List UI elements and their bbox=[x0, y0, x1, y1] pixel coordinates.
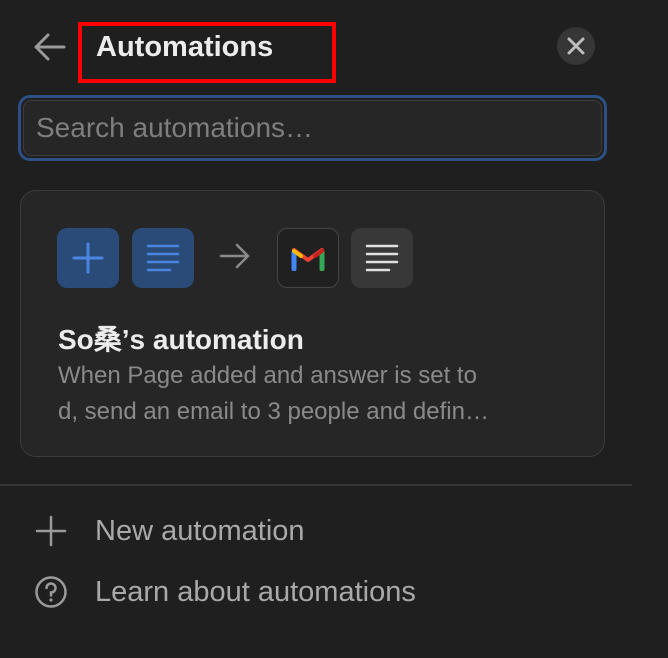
gmail-icon bbox=[291, 248, 325, 271]
search-focus-ring bbox=[18, 95, 607, 161]
page-text-icon bbox=[146, 244, 180, 272]
plus-icon bbox=[72, 242, 104, 274]
help-circle-icon bbox=[28, 569, 74, 615]
learn-about-automations-link[interactable]: Learn about automations bbox=[28, 569, 588, 615]
trigger-page-tile bbox=[132, 228, 194, 288]
new-automation-label: New automation bbox=[95, 514, 305, 547]
action-text-tile bbox=[351, 228, 413, 288]
automation-description: When Page added and answer is set to d, … bbox=[58, 358, 578, 430]
learn-about-label: Learn about automations bbox=[95, 575, 416, 608]
section-divider bbox=[0, 484, 632, 486]
arrow-left-icon bbox=[34, 33, 66, 61]
automations-panel: Automations Search automations… So桑’s au… bbox=[0, 0, 668, 658]
back-button[interactable] bbox=[28, 28, 72, 66]
close-button[interactable] bbox=[557, 27, 595, 65]
action-gmail-tile bbox=[277, 228, 339, 288]
arrow-right-icon bbox=[219, 243, 250, 269]
search-input[interactable] bbox=[23, 100, 602, 156]
plus-icon bbox=[28, 508, 74, 554]
new-automation-button[interactable]: New automation bbox=[28, 508, 588, 554]
description-line-2: d, send an email to 3 people and defin… bbox=[58, 398, 489, 425]
automation-title: So桑’s automation bbox=[58, 324, 304, 355]
close-icon bbox=[567, 37, 585, 55]
automation-card[interactable]: So桑’s automation When Page added and ans… bbox=[20, 190, 605, 457]
description-line-1: When Page added and answer is set to bbox=[58, 362, 477, 389]
page-title: Automations bbox=[96, 31, 274, 63]
text-lines-icon bbox=[365, 244, 399, 272]
trigger-add-tile bbox=[57, 228, 119, 288]
